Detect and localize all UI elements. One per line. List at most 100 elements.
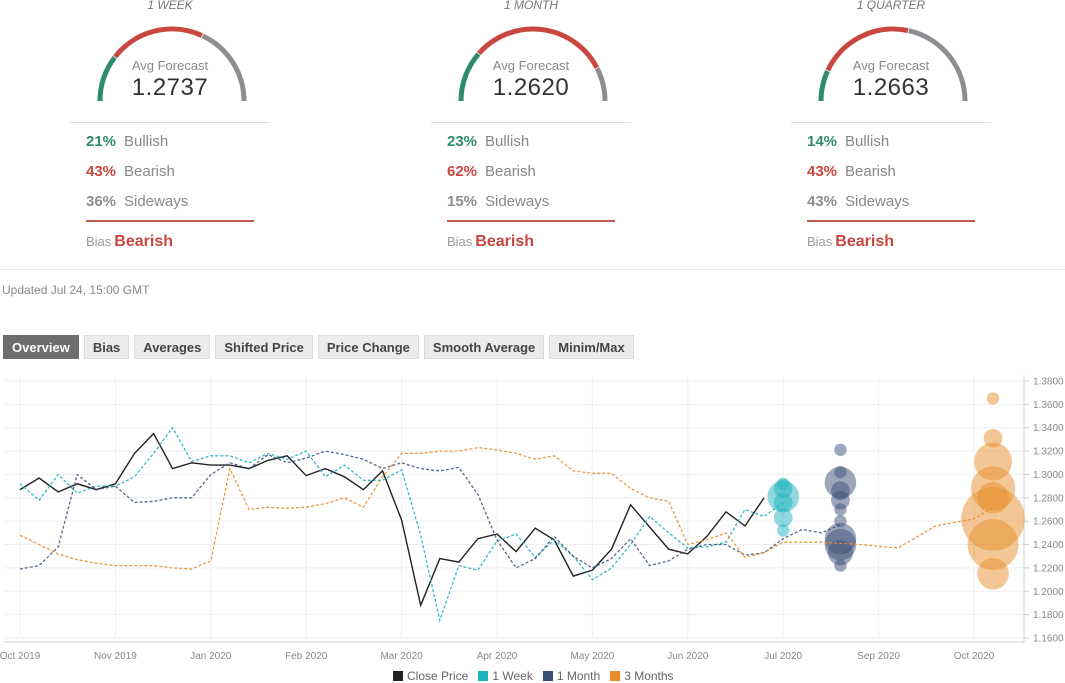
bullish-label: Bullish — [485, 133, 530, 150]
gauge-title: 1 MONTH — [504, 0, 558, 12]
y-tick-label: 1.2600 — [1033, 517, 1064, 528]
gauge-divider — [431, 122, 631, 123]
tab-averages[interactable]: Averages — [134, 335, 211, 359]
bullish-label: Bullish — [845, 133, 890, 150]
y-tick-label: 1.2800 — [1033, 493, 1064, 504]
legend-item-close-price[interactable]: Close Price — [393, 669, 468, 683]
x-tick-label: Jun 2020 — [667, 651, 709, 662]
legend-swatch-icon — [542, 671, 553, 681]
x-tick-label: Feb 2020 — [285, 651, 328, 662]
gauge-title: 1 WEEK — [147, 0, 193, 12]
forecast-bubble-1-month — [834, 559, 847, 572]
gauge-label: Avg Forecast — [492, 58, 570, 73]
sideways-stat: 15% Sideways — [447, 193, 549, 210]
legend-label: 3 Months — [624, 669, 674, 683]
bearish-stat: 62% Bearish — [447, 163, 536, 180]
x-tick-label: Oct 2020 — [954, 651, 995, 662]
bearish-percent: 62% — [447, 163, 478, 180]
x-tick-label: Apr 2020 — [477, 651, 518, 662]
bearish-stat: 43% Bearish — [807, 163, 896, 180]
chart-legend: Close Price 1 Week 1 Month 3 Months — [393, 669, 674, 683]
y-tick-label: 1.3600 — [1033, 400, 1064, 411]
bullish-stat: 23% Bullish — [447, 133, 529, 150]
forecast-chart: 1.3800 1.3600 1.3400 1.3200 1.3000 1.2800 1.26… — [0, 375, 1064, 662]
bias-summary: Bias Bearish — [807, 233, 894, 251]
bullish-percent: 21% — [86, 133, 117, 150]
legend-label: 1 Week — [492, 669, 533, 683]
legend-swatch-icon — [610, 671, 621, 681]
legend-swatch-icon — [478, 671, 489, 681]
tab-price-change[interactable]: Price Change — [317, 335, 419, 359]
y-tick-label: 1.2200 — [1033, 563, 1064, 574]
x-tick-label: Oct 2019 — [0, 651, 41, 662]
sideways-percent: 36% — [86, 193, 117, 210]
sideways-label: Sideways — [485, 193, 550, 210]
sideways-percent: 43% — [807, 193, 838, 210]
bias-value: Bearish — [835, 233, 894, 250]
bias-summary: Bias Bearish — [86, 233, 173, 251]
tab-bias[interactable]: Bias — [83, 335, 130, 359]
bearish-label: Bearish — [845, 163, 896, 180]
bullish-percent: 23% — [447, 133, 478, 150]
bias-summary: Bias Bearish — [447, 233, 534, 251]
tab-smooth-average[interactable]: Smooth Average — [423, 335, 545, 359]
bias-label: Bias — [86, 234, 112, 249]
chart-tabs: Overview Bias Averages Shifted Price Price C… — [3, 335, 634, 359]
series-line-1-month — [19, 450, 841, 570]
x-tick-label: Mar 2020 — [380, 651, 423, 662]
sideways-label: Sideways — [124, 193, 189, 210]
tab-overview[interactable]: Overview — [3, 335, 79, 359]
y-tick-label: 1.2400 — [1033, 540, 1064, 551]
section-divider — [0, 269, 1065, 270]
bias-divider — [807, 220, 975, 222]
sideways-stat: 36% Sideways — [86, 193, 188, 210]
forecast-bubble-1-week — [773, 508, 793, 528]
bearish-label: Bearish — [485, 163, 536, 180]
legend-swatch-icon — [393, 671, 403, 681]
bias-value: Bearish — [475, 233, 534, 250]
bearish-percent: 43% — [807, 163, 838, 180]
x-tick-label: Sep 2020 — [857, 651, 900, 662]
bearish-stat: 43% Bearish — [86, 163, 175, 180]
bearish-percent: 43% — [86, 163, 117, 180]
gauge-value: 1.2663 — [852, 74, 930, 101]
updated-timestamp: Updated Jul 24, 15:00 GMT — [2, 283, 150, 297]
y-tick-label: 1.3000 — [1033, 470, 1064, 481]
forecast-bubble-3-months — [977, 557, 1009, 590]
tab-minim-max[interactable]: Minim/Max — [549, 335, 634, 359]
x-tick-label: Jan 2020 — [190, 651, 232, 662]
x-tick-label: May 2020 — [570, 651, 614, 662]
sideways-percent: 15% — [447, 193, 478, 210]
bias-value: Bearish — [114, 233, 173, 250]
bias-label: Bias — [807, 234, 833, 249]
gauge-title: 1 QUARTER — [856, 0, 926, 12]
bullish-label: Bullish — [124, 133, 169, 150]
legend-item-1-week[interactable]: 1 Week — [478, 669, 533, 683]
y-tick-label: 1.2000 — [1033, 587, 1064, 598]
y-tick-label: 1.1600 — [1033, 634, 1064, 645]
gauge-label: Avg Forecast — [131, 58, 209, 73]
legend-label: 1 Month — [556, 669, 601, 683]
sideways-stat: 43% Sideways — [807, 193, 909, 210]
bullish-stat: 21% Bullish — [86, 133, 168, 150]
legend-item-1-month[interactable]: 1 Month — [542, 669, 601, 683]
forecast-bubble-3-months — [986, 392, 1000, 405]
bias-divider — [86, 220, 254, 222]
forecast-bubble-1-month — [834, 503, 847, 516]
bullish-stat: 14% Bullish — [807, 133, 889, 150]
gauge-divider — [70, 122, 270, 123]
legend-item-3-months[interactable]: 3 Months — [610, 669, 674, 683]
tab-shifted-price[interactable]: Shifted Price — [215, 335, 313, 359]
gauge-label: Avg Forecast — [852, 58, 930, 73]
bias-divider — [447, 220, 615, 222]
gauge-value: 1.2620 — [492, 74, 570, 101]
y-tick-label: 1.1800 — [1033, 610, 1064, 621]
gauge-value: 1.2737 — [131, 74, 209, 101]
bearish-arc-segment — [113, 26, 204, 59]
sideways-label: Sideways — [845, 193, 910, 210]
forecast-bubble-1-month — [834, 443, 847, 457]
bias-label: Bias — [447, 234, 473, 249]
y-tick-label: 1.3800 — [1033, 377, 1064, 388]
x-tick-label: Nov 2019 — [94, 651, 137, 662]
gauge-divider — [791, 122, 991, 123]
